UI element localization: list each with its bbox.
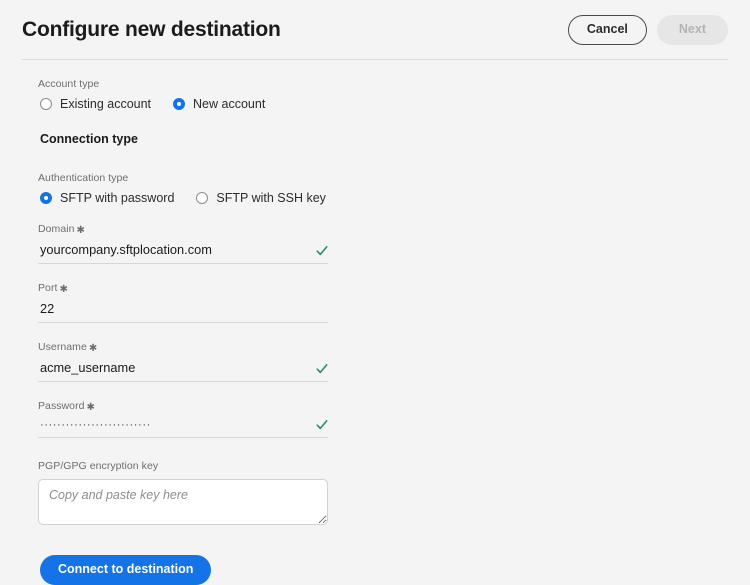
radio-new-account-label: New account xyxy=(193,97,266,111)
pgp-key-textarea[interactable] xyxy=(38,479,328,525)
domain-label-text: Domain xyxy=(38,223,75,235)
domain-input[interactable] xyxy=(38,242,310,257)
domain-field-group: Domain ✱ xyxy=(38,223,328,264)
required-asterisk-icon: ✱ xyxy=(76,225,85,236)
password-label-text: Password xyxy=(38,400,85,412)
radio-new-account[interactable]: New account xyxy=(173,97,265,111)
pgp-key-label: PGP/GPG encryption key xyxy=(38,460,159,472)
page-title: Configure new destination xyxy=(22,18,281,41)
pgp-key-field-group: PGP/GPG encryption key xyxy=(38,460,328,530)
authentication-type-label: Authentication type xyxy=(38,172,129,184)
domain-label: Domain ✱ xyxy=(38,223,328,236)
connection-type-heading: Connection type xyxy=(40,132,138,146)
destination-form: Account type Existing account New accoun… xyxy=(0,60,750,585)
port-input-row xyxy=(38,301,328,323)
header-divider xyxy=(22,59,728,60)
domain-input-row xyxy=(38,242,328,264)
radio-existing-account[interactable]: Existing account xyxy=(40,97,151,111)
authentication-type-radio-group: SFTP with password SFTP with SSH key xyxy=(40,191,750,205)
account-type-label: Account type xyxy=(38,78,100,90)
port-input[interactable] xyxy=(38,301,328,316)
valid-check-icon xyxy=(316,245,328,257)
radio-sftp-with-password[interactable]: SFTP with password xyxy=(40,191,174,205)
required-asterisk-icon: ✱ xyxy=(88,343,98,354)
valid-check-icon xyxy=(316,419,328,431)
required-asterisk-icon: ✱ xyxy=(86,402,95,413)
username-input[interactable] xyxy=(38,360,310,375)
radio-circle-icon xyxy=(40,98,52,110)
required-asterisk-icon: ✱ xyxy=(59,284,68,295)
port-label: Port ✱ xyxy=(38,282,328,295)
password-input-row xyxy=(38,419,328,438)
radio-circle-filled-icon xyxy=(40,192,52,204)
cancel-button[interactable]: Cancel xyxy=(567,15,647,45)
header-actions: Cancel Next xyxy=(567,15,728,45)
port-label-text: Port xyxy=(38,282,58,294)
username-label: Username ✱ xyxy=(38,341,328,354)
radio-circle-filled-icon xyxy=(173,98,186,110)
radio-existing-account-label: Existing account xyxy=(60,97,152,111)
password-label: Password ✱ xyxy=(38,400,328,413)
account-type-radio-group: Existing account New account xyxy=(40,97,750,111)
radio-sftp-with-password-label: SFTP with password xyxy=(60,191,175,205)
radio-sftp-with-ssh-key[interactable]: SFTP with SSH key xyxy=(196,191,326,205)
username-field-group: Username ✱ xyxy=(38,341,328,382)
password-field-group: Password ✱ xyxy=(38,400,328,438)
radio-circle-icon xyxy=(196,192,209,204)
radio-sftp-with-ssh-key-label: SFTP with SSH key xyxy=(216,191,326,205)
port-field-group: Port ✱ xyxy=(38,282,328,323)
page-header: Configure new destination Cancel Next xyxy=(0,0,750,60)
username-label-text: Username xyxy=(38,341,87,353)
next-button[interactable]: Next xyxy=(656,15,728,45)
password-input[interactable] xyxy=(38,419,310,431)
username-input-row xyxy=(38,360,328,382)
valid-check-icon xyxy=(316,363,328,375)
